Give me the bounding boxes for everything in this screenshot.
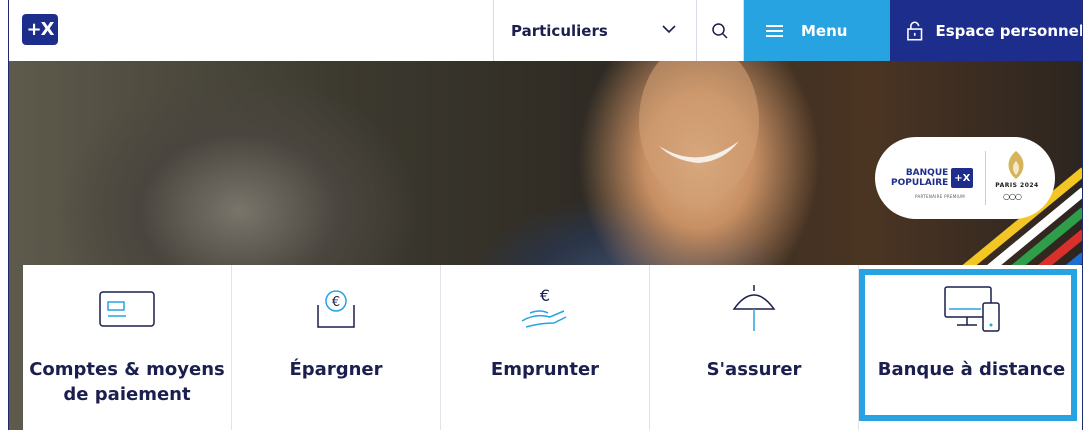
tile-label: Épargner [289,359,383,380]
tile-label: Banque à distance [877,359,1066,380]
segment-label: Particuliers [511,21,608,40]
menu-label: Menu [801,21,848,40]
page-frame: +X Particuliers Menu Espace personnel BA… [8,0,1083,430]
segment-selector[interactable]: Particuliers [493,0,696,61]
lock-icon [907,21,923,41]
tile-emprunter[interactable]: € Emprunter [441,265,650,430]
category-tiles: Comptes & moyens de paiement € Épargner … [23,265,1082,430]
tile-sassurer[interactable]: S'assurer [650,265,859,430]
paris-2024-text: PARIS 2024 [995,182,1039,189]
hand-euro-icon: € [520,283,570,335]
bp-logo: +X [951,168,974,188]
tile-epargner[interactable]: € Épargner [232,265,441,430]
svg-text:€: € [332,295,340,310]
card-icon [98,283,156,335]
olympic-rings-icon: ○○○ [1003,192,1022,201]
tile-label: S'assurer [706,359,802,380]
search-button[interactable] [696,0,744,61]
umbrella-icon [732,283,776,335]
tile-label: Emprunter [490,359,600,380]
svg-text:€: € [540,286,550,305]
partner-badge: BANQUE POPULAIRE +X PARTENAIRE PREMIUM P… [875,137,1055,219]
espace-personnel-label: Espace personnel [935,21,1083,40]
bp-subtitle: PARTENAIRE PREMIUM [915,194,965,199]
hamburger-icon [766,24,783,37]
search-icon [712,22,728,39]
paris-flame-icon [1008,151,1024,179]
piggy-coin-icon: € [314,283,358,335]
badge-divider [985,151,986,205]
tile-comptes[interactable]: Comptes & moyens de paiement [23,265,232,430]
espace-personnel-button[interactable]: Espace personnel [890,0,1083,61]
header: +X Particuliers Menu Espace personnel [9,0,1083,61]
bp-brand-text: BANQUE POPULAIRE [891,168,949,188]
chevron-down-icon [662,25,676,34]
menu-button[interactable]: Menu [744,0,890,61]
tile-label: Comptes & moyens de paiement [29,359,225,405]
bank-logo[interactable]: +X [22,14,58,45]
devices-icon [941,283,1003,335]
tile-banque-a-distance[interactable]: Banque à distance [859,265,1082,430]
